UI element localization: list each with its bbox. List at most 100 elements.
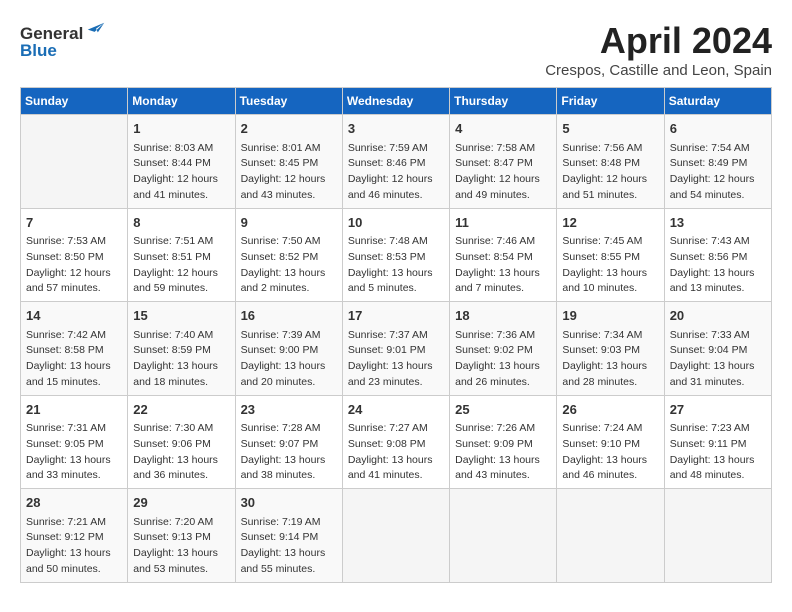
day-info-line: Daylight: 13 hours — [562, 453, 658, 469]
day-info-line: and 59 minutes. — [133, 281, 229, 297]
calendar-cell: 3Sunrise: 7:59 AMSunset: 8:46 PMDaylight… — [342, 115, 449, 209]
day-info-line: Sunset: 8:48 PM — [562, 156, 658, 172]
day-info-line: Sunset: 9:09 PM — [455, 437, 551, 453]
calendar-cell: 16Sunrise: 7:39 AMSunset: 9:00 PMDayligh… — [235, 302, 342, 396]
day-info-line: and 55 minutes. — [241, 562, 337, 578]
day-info-line: Sunrise: 7:56 AM — [562, 141, 658, 157]
day-number: 24 — [348, 400, 444, 420]
calendar-cell: 12Sunrise: 7:45 AMSunset: 8:55 PMDayligh… — [557, 208, 664, 302]
day-info-line: Daylight: 13 hours — [455, 266, 551, 282]
day-info-line: and 41 minutes. — [348, 468, 444, 484]
day-info-line: and 18 minutes. — [133, 375, 229, 391]
day-info-line: and 38 minutes. — [241, 468, 337, 484]
calendar-cell — [342, 489, 449, 583]
calendar-cell: 9Sunrise: 7:50 AMSunset: 8:52 PMDaylight… — [235, 208, 342, 302]
day-info-line: and 26 minutes. — [455, 375, 551, 391]
day-info-line: Daylight: 12 hours — [670, 172, 766, 188]
day-info-line: Sunrise: 7:26 AM — [455, 421, 551, 437]
calendar-cell: 22Sunrise: 7:30 AMSunset: 9:06 PMDayligh… — [128, 395, 235, 489]
day-info-line: Sunrise: 7:39 AM — [241, 328, 337, 344]
day-info-line: Daylight: 12 hours — [26, 266, 122, 282]
day-info-line: Daylight: 13 hours — [241, 359, 337, 375]
day-info-line: Sunrise: 7:48 AM — [348, 234, 444, 250]
day-info-line: Daylight: 13 hours — [26, 453, 122, 469]
day-info-line: Sunset: 8:54 PM — [455, 250, 551, 266]
day-number: 28 — [26, 493, 122, 513]
calendar-cell: 13Sunrise: 7:43 AMSunset: 8:56 PMDayligh… — [664, 208, 771, 302]
day-info-line: and 53 minutes. — [133, 562, 229, 578]
day-info-line: and 48 minutes. — [670, 468, 766, 484]
day-info-line: Sunset: 9:02 PM — [455, 343, 551, 359]
calendar-cell: 25Sunrise: 7:26 AMSunset: 9:09 PMDayligh… — [450, 395, 557, 489]
day-info-line: and 46 minutes. — [348, 188, 444, 204]
calendar-header-cell: Tuesday — [235, 88, 342, 115]
day-info-line: Sunrise: 7:20 AM — [133, 515, 229, 531]
header: General Blue April 2024 Crespos, Castill… — [20, 20, 772, 79]
calendar-cell: 19Sunrise: 7:34 AMSunset: 9:03 PMDayligh… — [557, 302, 664, 396]
day-info-line: Sunrise: 7:23 AM — [670, 421, 766, 437]
day-info-line: and 7 minutes. — [455, 281, 551, 297]
day-info-line: Sunrise: 7:24 AM — [562, 421, 658, 437]
day-info-line: Sunrise: 7:21 AM — [26, 515, 122, 531]
calendar-cell: 20Sunrise: 7:33 AMSunset: 9:04 PMDayligh… — [664, 302, 771, 396]
day-info-line: Sunset: 8:56 PM — [670, 250, 766, 266]
day-info-line: Sunrise: 8:03 AM — [133, 141, 229, 157]
logo: General Blue — [20, 20, 107, 61]
day-info-line: Sunset: 9:04 PM — [670, 343, 766, 359]
calendar-week-row: 14Sunrise: 7:42 AMSunset: 8:58 PMDayligh… — [21, 302, 772, 396]
calendar-header-cell: Monday — [128, 88, 235, 115]
day-info-line: Daylight: 12 hours — [133, 266, 229, 282]
day-info-line: Sunrise: 7:58 AM — [455, 141, 551, 157]
calendar-header-row: SundayMondayTuesdayWednesdayThursdayFrid… — [21, 88, 772, 115]
day-number: 29 — [133, 493, 229, 513]
day-number: 23 — [241, 400, 337, 420]
day-info-line: Sunrise: 7:31 AM — [26, 421, 122, 437]
day-info-line: Daylight: 12 hours — [241, 172, 337, 188]
day-info-line: Daylight: 13 hours — [133, 546, 229, 562]
calendar-week-row: 7Sunrise: 7:53 AMSunset: 8:50 PMDaylight… — [21, 208, 772, 302]
day-number: 5 — [562, 119, 658, 139]
day-info-line: Sunrise: 7:54 AM — [670, 141, 766, 157]
day-info-line: Sunset: 8:47 PM — [455, 156, 551, 172]
day-info-line: and 36 minutes. — [133, 468, 229, 484]
day-number: 9 — [241, 213, 337, 233]
day-info-line: and 54 minutes. — [670, 188, 766, 204]
day-info-line: Sunrise: 7:30 AM — [133, 421, 229, 437]
day-info-line: Daylight: 12 hours — [562, 172, 658, 188]
day-info-line: Sunset: 8:51 PM — [133, 250, 229, 266]
day-number: 16 — [241, 306, 337, 326]
day-info-line: Sunset: 8:50 PM — [26, 250, 122, 266]
day-number: 13 — [670, 213, 766, 233]
day-number: 2 — [241, 119, 337, 139]
day-info-line: Sunrise: 7:36 AM — [455, 328, 551, 344]
day-info-line: Daylight: 13 hours — [455, 453, 551, 469]
calendar-body: 1Sunrise: 8:03 AMSunset: 8:44 PMDaylight… — [21, 115, 772, 583]
day-info-line: Sunrise: 7:33 AM — [670, 328, 766, 344]
day-info-line: Sunset: 8:52 PM — [241, 250, 337, 266]
day-info-line: Daylight: 13 hours — [133, 359, 229, 375]
calendar-cell: 14Sunrise: 7:42 AMSunset: 8:58 PMDayligh… — [21, 302, 128, 396]
day-number: 25 — [455, 400, 551, 420]
day-number: 12 — [562, 213, 658, 233]
day-number: 30 — [241, 493, 337, 513]
day-info-line: Daylight: 13 hours — [562, 359, 658, 375]
day-info-line: and 41 minutes. — [133, 188, 229, 204]
day-info-line: Sunrise: 7:51 AM — [133, 234, 229, 250]
calendar-cell: 8Sunrise: 7:51 AMSunset: 8:51 PMDaylight… — [128, 208, 235, 302]
day-info-line: Sunrise: 7:34 AM — [562, 328, 658, 344]
month-title: April 2024 — [545, 20, 772, 62]
calendar-cell: 6Sunrise: 7:54 AMSunset: 8:49 PMDaylight… — [664, 115, 771, 209]
calendar-cell: 15Sunrise: 7:40 AMSunset: 8:59 PMDayligh… — [128, 302, 235, 396]
day-info-line: Sunset: 8:58 PM — [26, 343, 122, 359]
day-info-line: Sunset: 8:45 PM — [241, 156, 337, 172]
calendar-week-row: 28Sunrise: 7:21 AMSunset: 9:12 PMDayligh… — [21, 489, 772, 583]
calendar-cell: 7Sunrise: 7:53 AMSunset: 8:50 PMDaylight… — [21, 208, 128, 302]
day-info-line: Sunset: 9:08 PM — [348, 437, 444, 453]
day-info-line: Daylight: 13 hours — [348, 266, 444, 282]
day-info-line: Daylight: 13 hours — [241, 546, 337, 562]
calendar-header-cell: Friday — [557, 88, 664, 115]
day-info-line: Sunset: 9:13 PM — [133, 530, 229, 546]
day-info-line: Sunset: 9:05 PM — [26, 437, 122, 453]
calendar-cell: 2Sunrise: 8:01 AMSunset: 8:45 PMDaylight… — [235, 115, 342, 209]
day-info-line: Daylight: 13 hours — [241, 453, 337, 469]
